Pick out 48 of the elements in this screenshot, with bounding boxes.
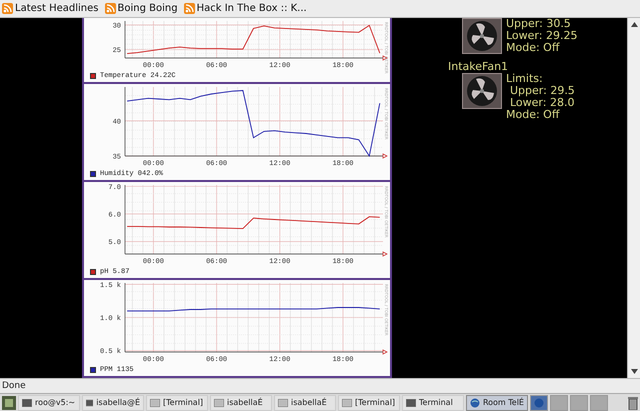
globe-icon [470, 398, 480, 408]
bookmark-link[interactable]: Boing Boing [104, 3, 178, 14]
start-icon[interactable] [2, 396, 16, 410]
legend-swatch [90, 367, 96, 373]
legend-swatch [90, 171, 96, 177]
window-icon [86, 398, 94, 406]
window-icon [406, 398, 416, 406]
window-icon [214, 398, 224, 406]
window-icon [22, 398, 32, 406]
taskbar-button[interactable]: isabella@É [82, 394, 144, 410]
taskbar-button[interactable]: Room TelÉ [466, 394, 528, 410]
limits-label: Limits: [506, 73, 544, 85]
legend-swatch [90, 269, 96, 275]
rss-icon [104, 3, 116, 14]
lower-limit: Lower: 28.0 [509, 97, 575, 109]
y-axis [124, 86, 126, 156]
bookmark-link[interactable]: Latest Headlines [2, 3, 98, 14]
taskbar-button[interactable]: Terminal [402, 394, 464, 410]
taskbar-button[interactable]: isabellaÉ [274, 394, 336, 410]
y-axis [124, 184, 126, 254]
fan-icon [462, 18, 502, 54]
upper-limit: Upper: 30.5 [506, 18, 572, 30]
globe-icon [534, 398, 544, 408]
rss-icon [184, 3, 195, 14]
window-icon [342, 398, 352, 406]
lower-limit: Lower: 29.25 [506, 30, 578, 42]
y-axis [124, 20, 126, 58]
fan-mode: Mode: Off [506, 42, 561, 54]
rss-icon [2, 3, 13, 14]
desktop-pager[interactable] [530, 394, 548, 410]
window-icon [278, 398, 288, 406]
upper-limit: Upper: 29.5 [509, 85, 575, 97]
y-axis [124, 282, 126, 352]
fan-mode: Mode: Off [506, 109, 561, 121]
taskbar-button[interactable]: isabellaÉ [210, 394, 272, 410]
taskbar-button[interactable]: roo@v5:~ [18, 394, 80, 410]
taskbar-button[interactable]: [Terminal] [338, 394, 400, 410]
scrollbar[interactable] [627, 18, 640, 378]
bookmark-link[interactable]: Hack In The Box :: K... [184, 3, 307, 14]
fan-icon [462, 73, 502, 109]
scroll-down-icon[interactable] [630, 369, 638, 374]
fan-name: IntakeFan1 [448, 60, 508, 73]
window-icon [150, 398, 160, 406]
trash-icon[interactable] [628, 396, 638, 410]
legend-swatch [90, 73, 96, 79]
status-text: Done [0, 378, 640, 393]
scroll-up-icon[interactable] [630, 22, 638, 27]
taskbar-button[interactable]: [Terminal] [146, 394, 208, 410]
